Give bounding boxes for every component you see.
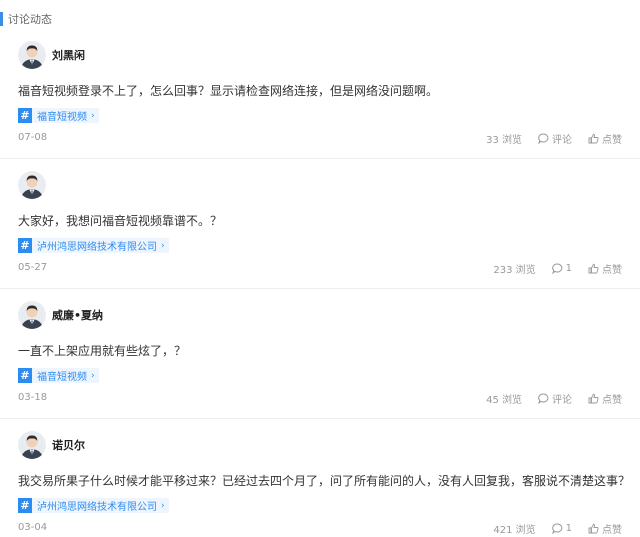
post-card: 诺贝尔 我交易所果子什么时候才能平移过来？已经过去四个月了，问了所有能问的人，没… [0,419,640,537]
chevron-right-icon: › [161,240,165,251]
view-count: 421 浏览 [493,524,536,536]
chevron-right-icon: › [161,500,165,511]
post-stats: 33 浏览 评论 点赞 [486,131,622,146]
topic-tag-label: 泸州鸿思网络技术有限公司 [37,502,157,513]
like-button[interactable]: 点赞 [588,391,622,406]
like-button[interactable]: 点赞 [588,131,622,146]
post-card: 刘黑闲 福音短视频登录不上了，怎么回事？显示请检查网络连接，但是网络没问题啊。 … [0,29,640,159]
view-count: 233 浏览 [493,264,536,276]
like-button[interactable]: 点赞 [588,261,622,276]
thumbs-up-icon [588,133,599,143]
hash-icon: # [18,238,32,253]
comment-icon [551,263,562,274]
like-button[interactable]: 点赞 [588,521,622,536]
chevron-right-icon: › [91,370,95,381]
post-date: 03-18 [18,392,48,403]
post-date: 03-04 [18,522,48,533]
like-label: 点赞 [602,524,622,536]
avatar-icon[interactable] [18,301,46,329]
hash-icon: # [18,108,32,123]
username[interactable]: 刘黑闲 [52,47,85,63]
like-label: 点赞 [602,264,622,276]
like-label: 点赞 [602,134,622,146]
topic-tag-label: 福音短视频 [37,372,87,383]
post-card: 威廉•夏纳 一直不上架应用就有些炫了，？ # 福音短视频 › 03-18 45 … [0,289,640,419]
post-stats: 233 浏览 1 点赞 [493,261,622,276]
avatar-icon[interactable] [18,431,46,459]
like-label: 点赞 [602,394,622,406]
avatar-icon[interactable] [18,171,46,199]
username[interactable]: 诺贝尔 [52,437,85,453]
comment-icon [551,523,562,534]
view-count: 33 浏览 [486,134,522,146]
topic-tag-label: 泸州鸿思网络技术有限公司 [37,242,157,253]
post-content[interactable]: 福音短视频登录不上了，怎么回事？显示请检查网络连接，但是网络没问题啊。 [18,82,438,99]
thumbs-up-icon [588,393,599,403]
username[interactable]: 威廉•夏纳 [52,307,103,323]
topic-tag[interactable]: # 福音短视频 › [18,108,99,123]
comment-button[interactable]: 1 [551,522,572,534]
avatar-icon[interactable] [18,41,46,69]
comment-icon [538,133,549,144]
topic-tag[interactable]: # 福音短视频 › [18,368,99,383]
comment-label: 评论 [552,394,572,406]
comment-label: 1 [565,522,572,534]
comment-icon [538,393,549,404]
post-date: 05-27 [18,262,48,273]
post-content[interactable]: 一直不上架应用就有些炫了，？ [18,342,186,359]
post-stats: 45 浏览 评论 点赞 [486,391,622,406]
thumbs-up-icon [588,263,599,273]
comment-button[interactable]: 评论 [538,391,572,406]
section-header: 讨论动态 [0,11,52,27]
section-title: 讨论动态 [8,13,52,26]
post-card: 大家好，我想问福音短视频靠谱不。？ # 泸州鸿思网络技术有限公司 › 05-27… [0,159,640,289]
chevron-right-icon: › [91,110,95,121]
post-date: 07-08 [18,132,48,143]
hash-icon: # [18,368,32,383]
post-content[interactable]: 大家好，我想问福音短视频靠谱不。？ [18,212,222,229]
view-count: 45 浏览 [486,394,522,406]
comment-button[interactable]: 1 [551,262,572,274]
section-accent-bar [0,12,3,26]
post-stats: 421 浏览 1 点赞 [493,521,622,536]
comment-button[interactable]: 评论 [538,131,572,146]
hash-icon: # [18,498,32,513]
thumbs-up-icon [588,523,599,533]
topic-tag[interactable]: # 泸州鸿思网络技术有限公司 › [18,498,169,513]
topic-tag-label: 福音短视频 [37,112,87,123]
comment-label: 评论 [552,134,572,146]
post-content[interactable]: 我交易所果子什么时候才能平移过来？已经过去四个月了，问了所有能问的人，没有人回复… [18,472,630,489]
topic-tag[interactable]: # 泸州鸿思网络技术有限公司 › [18,238,169,253]
comment-label: 1 [565,262,572,274]
